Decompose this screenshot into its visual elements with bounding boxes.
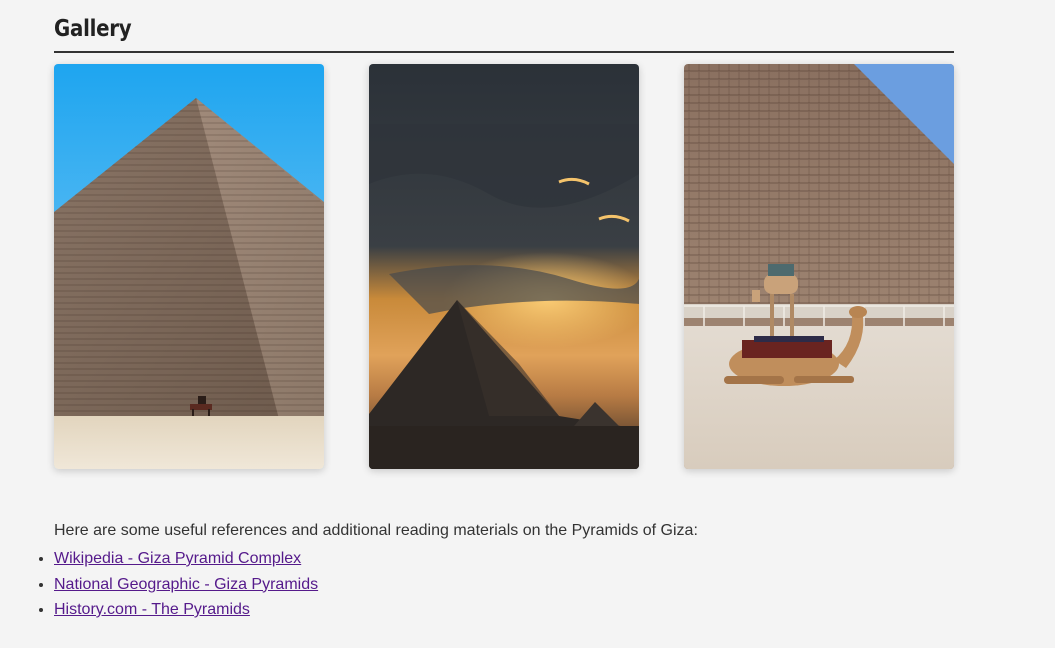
- camels-photo: [684, 64, 954, 469]
- wikipedia-link[interactable]: Wikipedia - Giza Pyramid Complex: [54, 550, 301, 567]
- national-geographic-link[interactable]: National Geographic - Giza Pyramids: [54, 576, 318, 593]
- reference-item: History.com - The Pyramids: [54, 597, 318, 623]
- reference-item: National Geographic - Giza Pyramids: [54, 572, 318, 598]
- reference-item: Wikipedia - Giza Pyramid Complex: [54, 546, 318, 572]
- references-intro: Here are some useful references and addi…: [54, 522, 698, 539]
- gallery-image-pyramid-sunset[interactable]: [369, 64, 639, 469]
- page: Gallery Here are some useful references …: [0, 0, 1055, 648]
- pyramid-sky-photo: [54, 64, 324, 469]
- heading-divider: [54, 51, 954, 53]
- history-com-link[interactable]: History.com - The Pyramids: [54, 601, 250, 618]
- references-list: Wikipedia - Giza Pyramid Complex Nationa…: [18, 546, 318, 623]
- gallery-heading: Gallery: [54, 16, 132, 42]
- gallery-image-pyramid-sky[interactable]: [54, 64, 324, 469]
- gallery-image-camels[interactable]: [684, 64, 954, 469]
- pyramid-sunset-photo: [369, 64, 639, 469]
